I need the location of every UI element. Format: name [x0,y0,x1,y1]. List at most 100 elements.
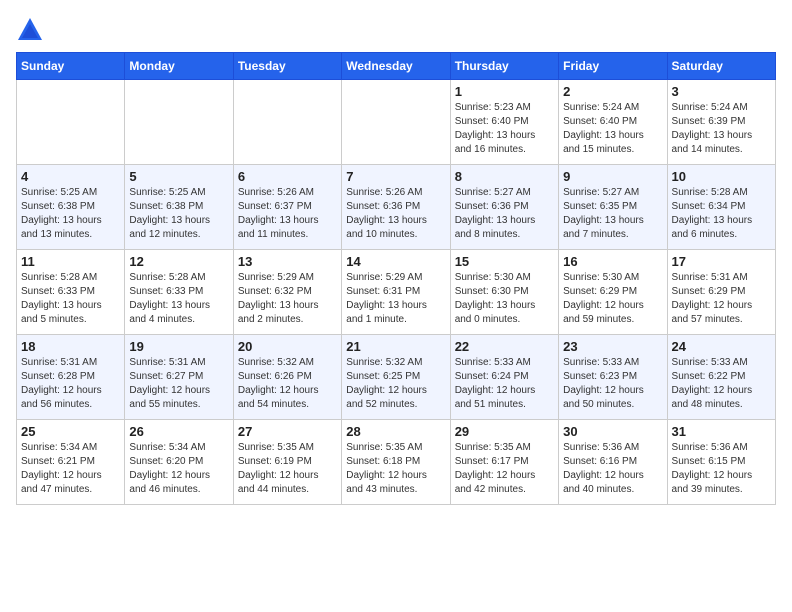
calendar-cell [233,80,341,165]
calendar-cell: 3 Sunrise: 5:24 AM Sunset: 6:39 PM Daylig… [667,80,775,165]
day-info: Sunrise: 5:35 AM Sunset: 6:17 PM Dayligh… [455,441,554,497]
day-info: Sunrise: 5:33 AM Sunset: 6:24 PM Dayligh… [455,356,554,412]
calendar-cell: 5 Sunrise: 5:25 AM Sunset: 6:38 PM Daylig… [125,165,233,250]
weekday-header-friday: Friday [559,53,667,80]
day-number: 17 [672,254,771,269]
day-number: 23 [563,339,662,354]
day-number: 5 [129,169,228,184]
day-number: 22 [455,339,554,354]
calendar-cell: 13 Sunrise: 5:29 AM Sunset: 6:32 PM Dayli… [233,250,341,335]
logo [16,16,48,44]
weekday-header-sunday: Sunday [17,53,125,80]
day-info: Sunrise: 5:30 AM Sunset: 6:29 PM Dayligh… [563,271,662,327]
page-header [16,16,776,44]
weekday-header-wednesday: Wednesday [342,53,450,80]
calendar-cell: 18Sunrise: 5:31 AM Sunset: 6:28 PM Dayli… [17,335,125,420]
day-number: 30 [563,424,662,439]
day-number: 13 [238,254,337,269]
day-number: 8 [455,169,554,184]
day-number: 20 [238,339,337,354]
day-info: Sunrise: 5:33 AM Sunset: 6:22 PM Dayligh… [672,356,771,412]
calendar-week-2: 4 Sunrise: 5:25 AM Sunset: 6:38 PM Daylig… [17,165,776,250]
day-info: Sunrise: 5:36 AM Sunset: 6:15 PM Dayligh… [672,441,771,497]
calendar-cell: 19 Sunrise: 5:31 AM Sunset: 6:27 PM Dayli… [125,335,233,420]
day-info: Sunrise: 5:34 AM Sunset: 6:20 PM Dayligh… [129,441,228,497]
calendar-cell: 16 Sunrise: 5:30 AM Sunset: 6:29 PM Dayli… [559,250,667,335]
day-number: 7 [346,169,445,184]
calendar-week-3: 11 Sunrise: 5:28 AM Sunset: 6:33 PM Dayli… [17,250,776,335]
day-number: 6 [238,169,337,184]
day-info: Sunrise: 5:28 AM Sunset: 6:34 PM Dayligh… [672,186,771,242]
day-number: 1 [455,84,554,99]
day-number: 14 [346,254,445,269]
day-info: Sunrise: 5:32 AM Sunset: 6:26 PM Dayligh… [238,356,337,412]
calendar-cell [17,80,125,165]
calendar-cell: 7 Sunrise: 5:26 AM Sunset: 6:36 PM Daylig… [342,165,450,250]
day-number: 29 [455,424,554,439]
calendar-cell: 26 Sunrise: 5:34 AM Sunset: 6:20 PM Dayli… [125,420,233,505]
calendar-cell: 1Sunrise: 5:23 AM Sunset: 6:40 PM Daylig… [450,80,558,165]
calendar-cell: 21 Sunrise: 5:32 AM Sunset: 6:25 PM Dayli… [342,335,450,420]
calendar-cell: 17 Sunrise: 5:31 AM Sunset: 6:29 PM Dayli… [667,250,775,335]
day-info: Sunrise: 5:32 AM Sunset: 6:25 PM Dayligh… [346,356,445,412]
day-number: 26 [129,424,228,439]
day-info: Sunrise: 5:31 AM Sunset: 6:27 PM Dayligh… [129,356,228,412]
day-number: 15 [455,254,554,269]
calendar-cell: 23 Sunrise: 5:33 AM Sunset: 6:23 PM Dayli… [559,335,667,420]
day-info: Sunrise: 5:25 AM Sunset: 6:38 PM Dayligh… [21,186,120,242]
calendar-cell: 28Sunrise: 5:35 AM Sunset: 6:18 PM Dayli… [342,420,450,505]
weekday-header-monday: Monday [125,53,233,80]
day-info: Sunrise: 5:26 AM Sunset: 6:36 PM Dayligh… [346,186,445,242]
day-info: Sunrise: 5:25 AM Sunset: 6:38 PM Dayligh… [129,186,228,242]
calendar-cell [342,80,450,165]
calendar-cell: 20 Sunrise: 5:32 AM Sunset: 6:26 PM Dayli… [233,335,341,420]
day-number: 3 [672,84,771,99]
day-number: 31 [672,424,771,439]
day-number: 11 [21,254,120,269]
calendar-cell: 15 Sunrise: 5:30 AM Sunset: 6:30 PM Dayli… [450,250,558,335]
calendar-cell: 6 Sunrise: 5:26 AM Sunset: 6:37 PM Daylig… [233,165,341,250]
calendar-cell: 30 Sunrise: 5:36 AM Sunset: 6:16 PM Dayli… [559,420,667,505]
day-info: Sunrise: 5:35 AM Sunset: 6:19 PM Dayligh… [238,441,337,497]
calendar-cell: 14Sunrise: 5:29 AM Sunset: 6:31 PM Dayli… [342,250,450,335]
weekday-header-saturday: Saturday [667,53,775,80]
day-info: Sunrise: 5:33 AM Sunset: 6:23 PM Dayligh… [563,356,662,412]
day-info: Sunrise: 5:26 AM Sunset: 6:37 PM Dayligh… [238,186,337,242]
calendar-cell: 24 Sunrise: 5:33 AM Sunset: 6:22 PM Dayli… [667,335,775,420]
calendar-week-1: 1Sunrise: 5:23 AM Sunset: 6:40 PM Daylig… [17,80,776,165]
day-info: Sunrise: 5:35 AM Sunset: 6:18 PM Dayligh… [346,441,445,497]
calendar-cell: 9Sunrise: 5:27 AM Sunset: 6:35 PM Daylig… [559,165,667,250]
day-info: Sunrise: 5:34 AM Sunset: 6:21 PM Dayligh… [21,441,120,497]
day-number: 19 [129,339,228,354]
calendar-week-5: 25 Sunrise: 5:34 AM Sunset: 6:21 PM Dayli… [17,420,776,505]
day-number: 4 [21,169,120,184]
day-info: Sunrise: 5:24 AM Sunset: 6:40 PM Dayligh… [563,101,662,157]
day-info: Sunrise: 5:31 AM Sunset: 6:29 PM Dayligh… [672,271,771,327]
calendar-cell: 10Sunrise: 5:28 AM Sunset: 6:34 PM Dayli… [667,165,775,250]
calendar-cell: 11Sunrise: 5:28 AM Sunset: 6:33 PM Dayli… [17,250,125,335]
day-info: Sunrise: 5:29 AM Sunset: 6:32 PM Dayligh… [238,271,337,327]
day-number: 21 [346,339,445,354]
calendar-cell: 25 Sunrise: 5:34 AM Sunset: 6:21 PM Dayli… [17,420,125,505]
day-number: 16 [563,254,662,269]
day-number: 25 [21,424,120,439]
calendar: SundayMondayTuesdayWednesdayThursdayFrid… [16,52,776,505]
day-number: 18 [21,339,120,354]
day-info: Sunrise: 5:36 AM Sunset: 6:16 PM Dayligh… [563,441,662,497]
day-info: Sunrise: 5:24 AM Sunset: 6:39 PM Dayligh… [672,101,771,157]
logo-icon [16,16,44,44]
calendar-cell [125,80,233,165]
calendar-cell: 27 Sunrise: 5:35 AM Sunset: 6:19 PM Dayli… [233,420,341,505]
day-info: Sunrise: 5:28 AM Sunset: 6:33 PM Dayligh… [129,271,228,327]
day-info: Sunrise: 5:27 AM Sunset: 6:36 PM Dayligh… [455,186,554,242]
calendar-cell: 31 Sunrise: 5:36 AM Sunset: 6:15 PM Dayli… [667,420,775,505]
calendar-cell: 4 Sunrise: 5:25 AM Sunset: 6:38 PM Daylig… [17,165,125,250]
weekday-header-thursday: Thursday [450,53,558,80]
calendar-week-4: 18Sunrise: 5:31 AM Sunset: 6:28 PM Dayli… [17,335,776,420]
day-info: Sunrise: 5:30 AM Sunset: 6:30 PM Dayligh… [455,271,554,327]
day-number: 27 [238,424,337,439]
day-number: 24 [672,339,771,354]
calendar-cell: 8 Sunrise: 5:27 AM Sunset: 6:36 PM Daylig… [450,165,558,250]
calendar-cell: 22 Sunrise: 5:33 AM Sunset: 6:24 PM Dayli… [450,335,558,420]
calendar-cell: 29 Sunrise: 5:35 AM Sunset: 6:17 PM Dayli… [450,420,558,505]
